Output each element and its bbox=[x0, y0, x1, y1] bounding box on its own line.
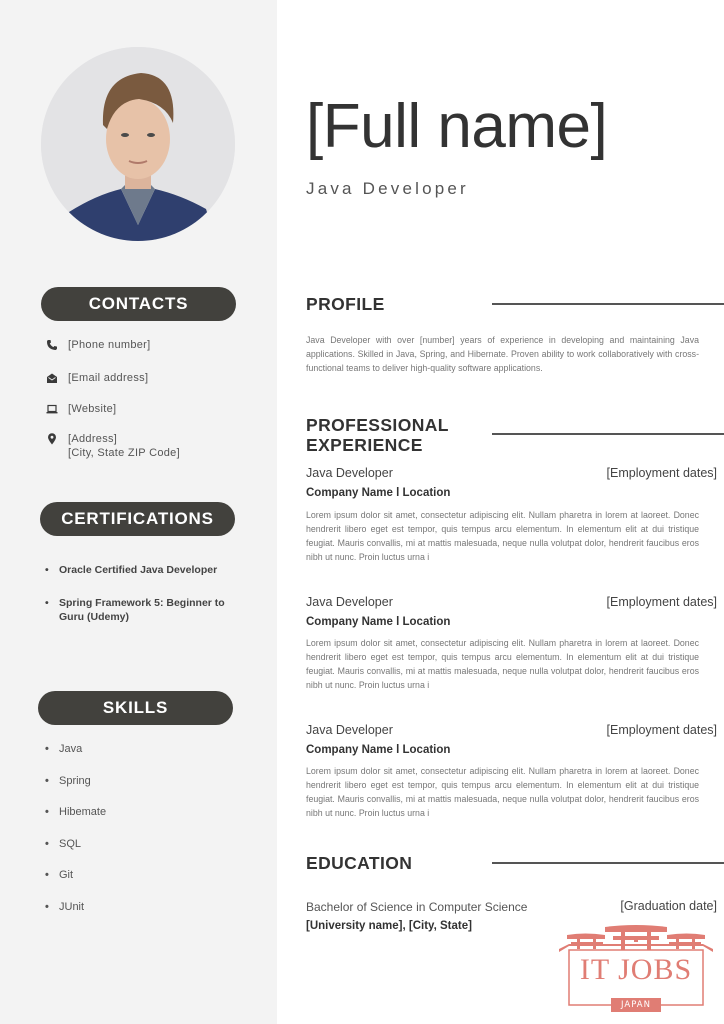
contact-address: [Address] [City, State ZIP Code] bbox=[45, 432, 180, 460]
skill-item: • Java bbox=[45, 743, 82, 755]
skill-text: Spring bbox=[59, 775, 91, 787]
skill-item: • Git bbox=[45, 869, 73, 881]
bullet-icon: • bbox=[45, 564, 49, 576]
phone-icon bbox=[45, 338, 59, 352]
location-pin-icon bbox=[45, 432, 59, 446]
skill-text: JUnit bbox=[59, 901, 85, 913]
skill-text: Java bbox=[59, 743, 83, 755]
bullet-icon: • bbox=[45, 869, 49, 881]
certification-item: • Oracle Certified Java Developer bbox=[45, 563, 245, 577]
job-description: Lorem ipsum dolor sit amet, consectetur … bbox=[306, 766, 699, 818]
certification-text: Spring Framework 5: Beginner to Guru (Ud… bbox=[59, 597, 225, 623]
sidebar: CONTACTS [Phone number] [Email address] … bbox=[0, 0, 277, 1024]
contact-phone: [Phone number] bbox=[45, 338, 150, 352]
bullet-icon: • bbox=[45, 775, 49, 787]
profile-photo bbox=[41, 47, 235, 241]
profile-divider bbox=[492, 303, 724, 305]
bullet-icon: • bbox=[45, 743, 49, 755]
contact-phone-text: [Phone number] bbox=[68, 339, 151, 351]
job-dates: [Employment dates] bbox=[606, 723, 717, 737]
experience-heading: PROFESSIONAL EXPERIENCE bbox=[306, 415, 449, 455]
skills-heading: SKILLS bbox=[38, 691, 233, 725]
certification-item: • Spring Framework 5: Beginner to Guru (… bbox=[45, 596, 245, 624]
contact-email: [Email address] bbox=[45, 371, 148, 385]
job-position: Java Developer bbox=[306, 723, 393, 737]
education-heading: EDUCATION bbox=[306, 853, 413, 873]
skill-text: Git bbox=[59, 869, 74, 881]
profile-heading: PROFILE bbox=[306, 294, 385, 314]
experience-divider bbox=[492, 433, 724, 435]
job-title: Java Developer bbox=[306, 179, 469, 198]
job-dates: [Employment dates] bbox=[606, 466, 717, 480]
envelope-icon bbox=[45, 371, 59, 385]
skill-item: • Hibemate bbox=[45, 806, 106, 818]
contact-website-text: [Website] bbox=[68, 403, 117, 415]
job-company: Company Name l Location bbox=[306, 616, 451, 628]
education-school: [University name], [City, State] bbox=[306, 920, 472, 932]
skill-text: Hibemate bbox=[59, 806, 107, 818]
contact-address-line2: [City, State ZIP Code] bbox=[68, 447, 180, 459]
logo-title: IT JOBS bbox=[579, 953, 693, 986]
job-description: Lorem ipsum dolor sit amet, consectetur … bbox=[306, 638, 699, 690]
profile-summary: Java Developer with over [number] years … bbox=[306, 335, 699, 373]
bullet-icon: • bbox=[45, 838, 49, 850]
full-name: [Full name] bbox=[306, 92, 608, 161]
contact-website: [Website] bbox=[45, 402, 116, 416]
contacts-heading: CONTACTS bbox=[41, 287, 236, 321]
bullet-icon: • bbox=[45, 597, 49, 609]
experience-heading-line2: EXPERIENCE bbox=[306, 435, 423, 455]
certification-text: Oracle Certified Java Developer bbox=[59, 564, 218, 576]
contact-email-text: [Email address] bbox=[68, 372, 149, 384]
skill-text: SQL bbox=[59, 838, 82, 850]
job-position: Java Developer bbox=[306, 466, 393, 480]
bullet-icon: • bbox=[45, 901, 49, 913]
it-jobs-japan-logo: IT JOBS JAPAN bbox=[555, 922, 717, 1022]
job-dates: [Employment dates] bbox=[606, 595, 717, 609]
skill-item: • JUnit bbox=[45, 901, 84, 913]
certifications-heading: CERTIFICATIONS bbox=[40, 502, 235, 536]
education-date: [Graduation date] bbox=[620, 899, 717, 913]
contact-address-line1: [Address] bbox=[68, 433, 118, 445]
skill-item: • SQL bbox=[45, 838, 81, 850]
skill-item: • Spring bbox=[45, 775, 91, 787]
education-divider bbox=[492, 862, 724, 864]
logo-subtitle: JAPAN bbox=[611, 998, 661, 1012]
bullet-icon: • bbox=[45, 806, 49, 818]
laptop-icon bbox=[45, 402, 59, 416]
job-company: Company Name l Location bbox=[306, 744, 451, 756]
job-company: Company Name l Location bbox=[306, 487, 451, 499]
experience-heading-line1: PROFESSIONAL bbox=[306, 415, 449, 435]
job-description: Lorem ipsum dolor sit amet, consectetur … bbox=[306, 510, 699, 562]
education-degree: Bachelor of Science in Computer Science bbox=[306, 900, 528, 914]
job-position: Java Developer bbox=[306, 595, 393, 609]
